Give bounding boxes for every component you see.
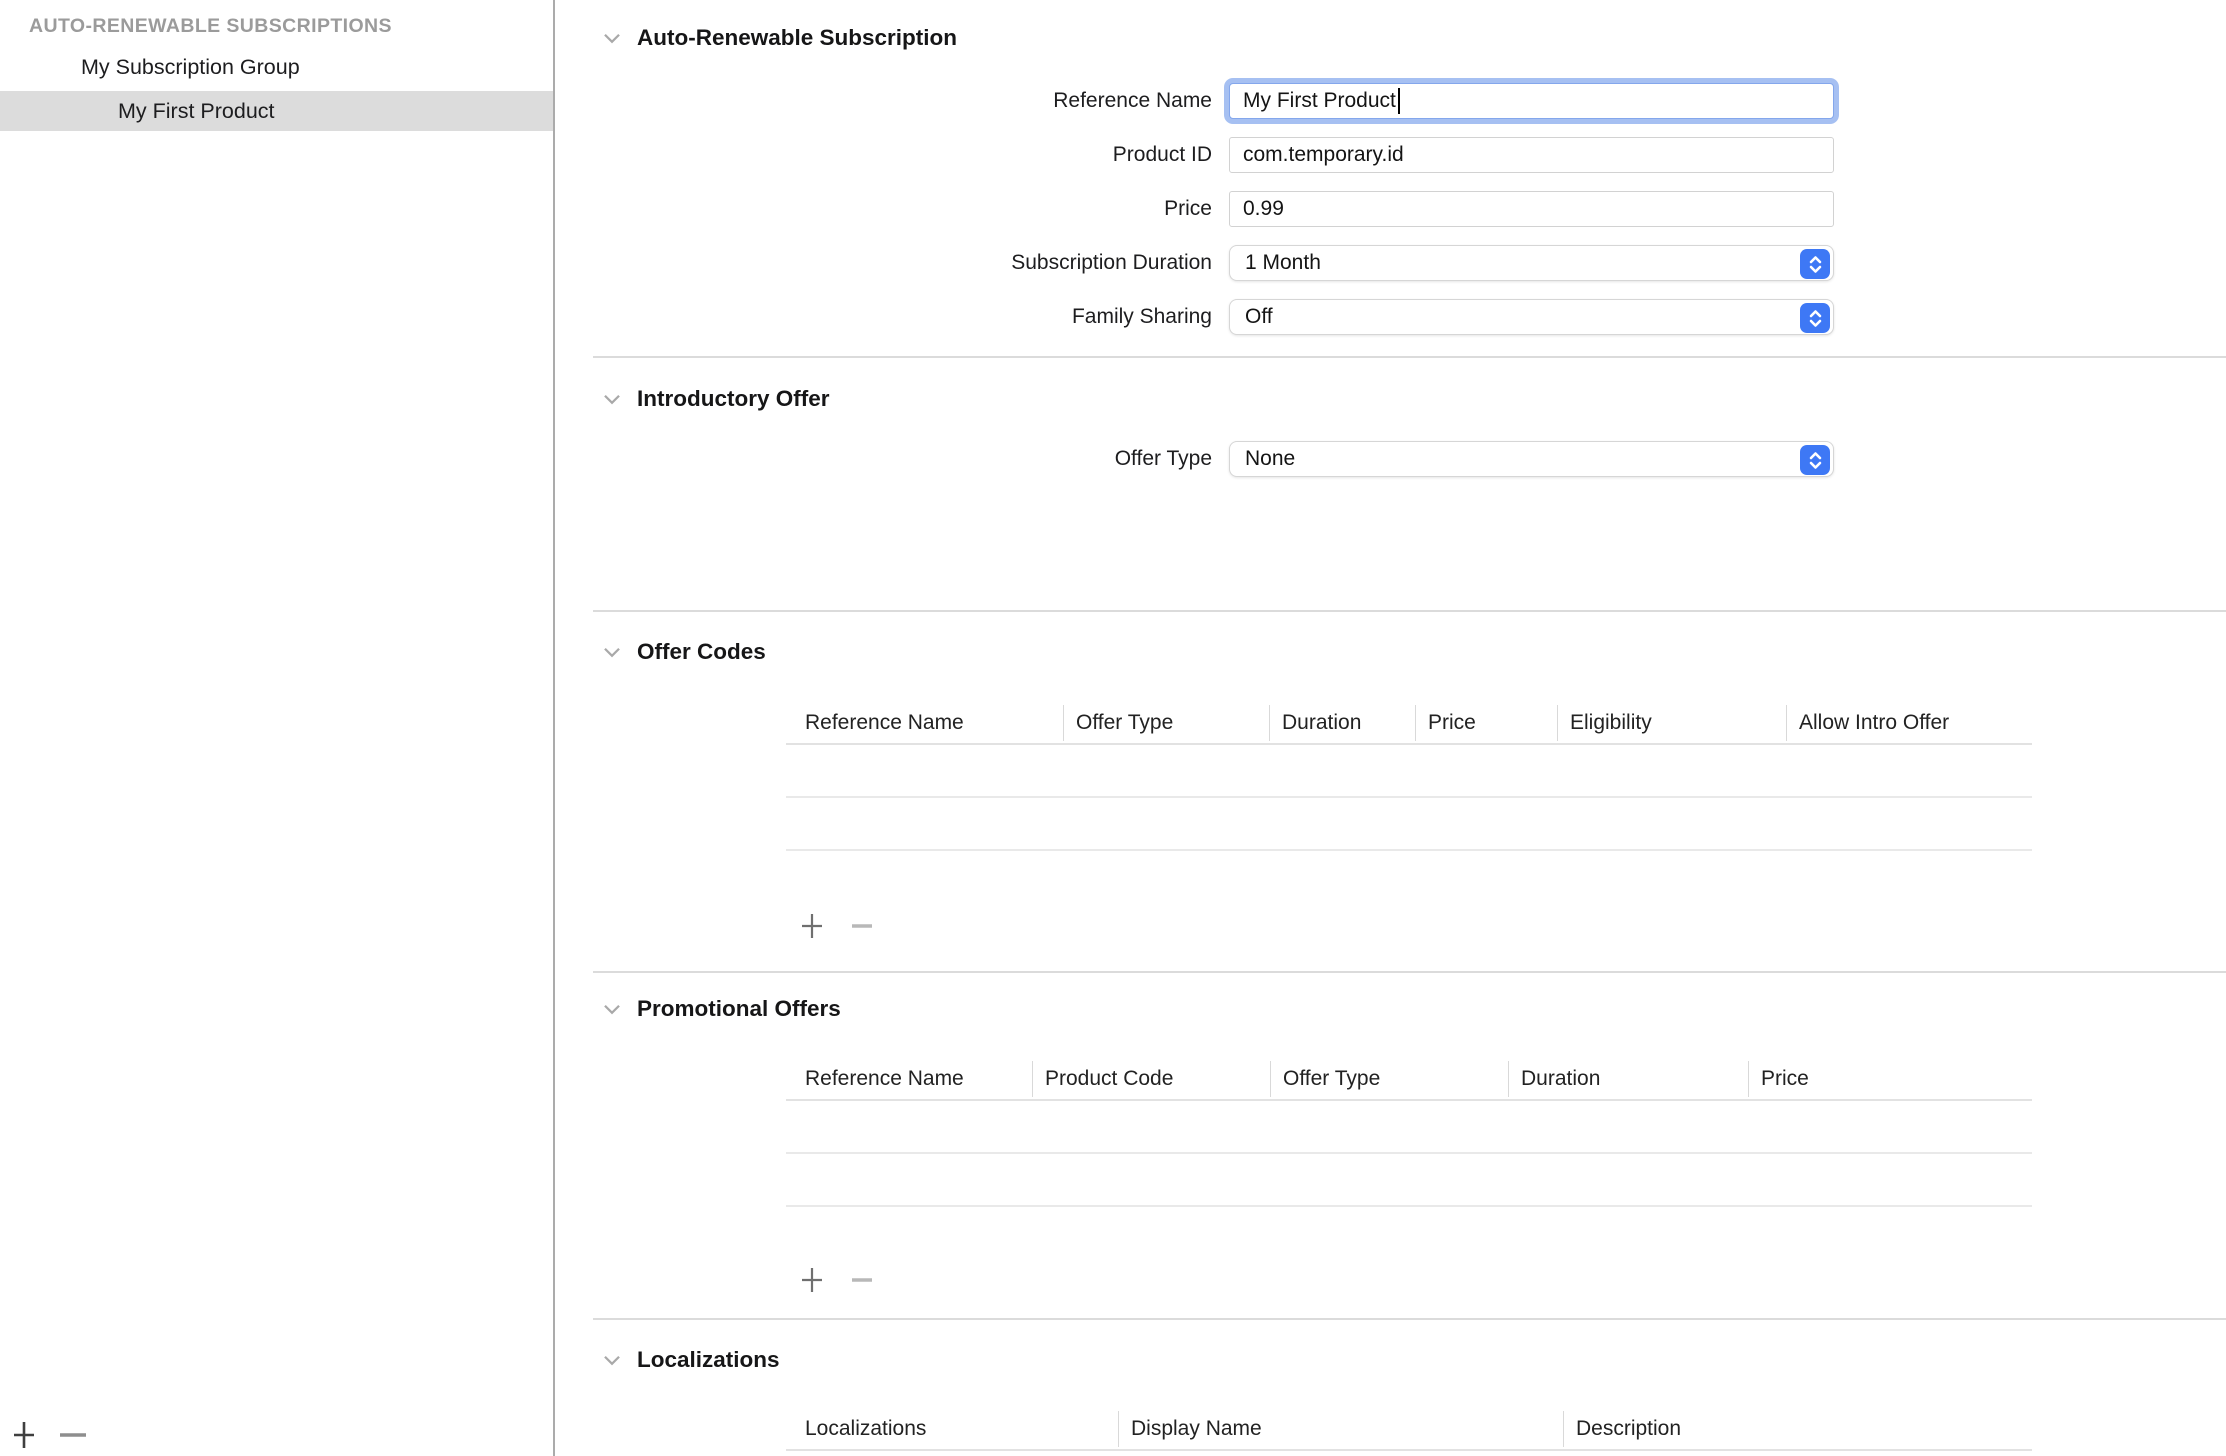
column-header: Localizations bbox=[786, 1411, 1118, 1447]
family-sharing-wrap: Off bbox=[1229, 299, 1834, 335]
column-header: Eligibility bbox=[1557, 705, 1786, 741]
sidebar-item-my-first-product[interactable]: My First Product bbox=[0, 91, 553, 131]
column-header: Display Name bbox=[1118, 1411, 1563, 1447]
column-header: Reference Name bbox=[786, 1061, 1032, 1097]
offer-codes-controls bbox=[798, 913, 876, 943]
table-row bbox=[786, 1101, 2032, 1154]
reference-name-label: Reference Name bbox=[555, 83, 1212, 119]
minus-icon bbox=[851, 1266, 873, 1299]
up-down-chevrons-icon bbox=[1800, 249, 1830, 279]
family-sharing-popup[interactable]: Off bbox=[1229, 299, 1834, 335]
column-header: Reference Name bbox=[786, 705, 1063, 741]
column-header: Product Code bbox=[1032, 1061, 1270, 1097]
column-header: Price bbox=[1748, 1061, 2032, 1097]
sidebar-item-label: My Subscription Group bbox=[81, 55, 300, 80]
offer-type-wrap: None bbox=[1229, 441, 1834, 477]
table-row bbox=[786, 1154, 2032, 1207]
product-id-label: Product ID bbox=[555, 137, 1212, 173]
section-divider bbox=[593, 610, 2226, 612]
offer-type-value: None bbox=[1245, 447, 1295, 471]
promotional-offers-controls bbox=[798, 1267, 876, 1297]
column-header: Description bbox=[1563, 1411, 2032, 1447]
up-down-chevrons-icon bbox=[1800, 445, 1830, 475]
chevron-down-icon[interactable] bbox=[599, 386, 625, 412]
section-divider bbox=[593, 1318, 2226, 1320]
family-sharing-value: Off bbox=[1245, 305, 1273, 329]
product-id-input[interactable]: com.temporary.id bbox=[1229, 137, 1834, 173]
plus-icon bbox=[800, 1266, 824, 1299]
column-header: Offer Type bbox=[1270, 1061, 1508, 1097]
subscription-duration-wrap: 1 Month bbox=[1229, 245, 1834, 281]
section-divider bbox=[593, 356, 2226, 358]
reference-name-value: My First Product bbox=[1243, 89, 1396, 113]
chevron-down-icon[interactable] bbox=[599, 1347, 625, 1373]
price-label: Price bbox=[555, 191, 1212, 227]
add-offer-code-button[interactable] bbox=[798, 913, 826, 943]
up-down-chevrons-icon bbox=[1800, 303, 1830, 333]
localizations-table: Localizations Display Name Description bbox=[786, 1409, 2032, 1451]
offer-type-popup[interactable]: None bbox=[1229, 441, 1834, 477]
reference-name-input[interactable]: My First Product bbox=[1229, 83, 1834, 119]
column-header: Offer Type bbox=[1063, 705, 1269, 741]
promotional-offers-table-header: Reference Name Product Code Offer Type D… bbox=[786, 1059, 2032, 1101]
offer-codes-table-header: Reference Name Offer Type Duration Price… bbox=[786, 703, 2032, 745]
chevron-down-icon[interactable] bbox=[599, 25, 625, 51]
product-id-field-wrap: com.temporary.id bbox=[1229, 137, 1834, 173]
section-divider bbox=[593, 971, 2226, 973]
remove-product-button[interactable] bbox=[57, 1420, 89, 1454]
product-detail-pane: Auto-Renewable Subscription Reference Na… bbox=[555, 0, 2226, 1456]
product-id-value: com.temporary.id bbox=[1243, 143, 1404, 167]
section-title-promotional-offers: Promotional Offers bbox=[637, 994, 841, 1024]
localizations-table-header: Localizations Display Name Description bbox=[786, 1409, 2032, 1451]
price-value: 0.99 bbox=[1243, 197, 1284, 221]
sidebar-section-header: AUTO-RENEWABLE SUBSCRIPTIONS bbox=[29, 15, 392, 38]
chevron-down-icon[interactable] bbox=[599, 639, 625, 665]
column-header: Price bbox=[1415, 705, 1557, 741]
minus-icon bbox=[58, 1419, 88, 1456]
section-title-introductory-offer: Introductory Offer bbox=[637, 384, 830, 414]
sidebar-controls bbox=[8, 1420, 89, 1454]
subscription-duration-value: 1 Month bbox=[1245, 251, 1321, 275]
text-cursor bbox=[1398, 88, 1401, 114]
column-header: Allow Intro Offer bbox=[1786, 705, 2032, 741]
table-row bbox=[786, 798, 2032, 851]
sidebar: AUTO-RENEWABLE SUBSCRIPTIONS My Subscrip… bbox=[0, 0, 555, 1456]
reference-name-field-wrap: My First Product bbox=[1229, 83, 1834, 119]
section-title-auto-renewable-subscription: Auto-Renewable Subscription bbox=[637, 23, 957, 53]
minus-icon bbox=[851, 912, 873, 945]
chevron-down-icon[interactable] bbox=[599, 996, 625, 1022]
remove-offer-code-button[interactable] bbox=[848, 913, 876, 943]
remove-promotional-offer-button[interactable] bbox=[848, 1267, 876, 1297]
add-product-button[interactable] bbox=[8, 1420, 40, 1454]
offer-type-label: Offer Type bbox=[555, 441, 1212, 477]
sidebar-item-my-subscription-group[interactable]: My Subscription Group bbox=[0, 47, 553, 87]
plus-icon bbox=[800, 912, 824, 945]
section-title-localizations: Localizations bbox=[637, 1345, 780, 1375]
column-header: Duration bbox=[1508, 1061, 1748, 1097]
sidebar-item-label: My First Product bbox=[118, 99, 275, 124]
plus-icon bbox=[11, 1419, 37, 1456]
table-row bbox=[786, 745, 2032, 798]
subscription-duration-label: Subscription Duration bbox=[555, 245, 1212, 281]
subscription-duration-popup[interactable]: 1 Month bbox=[1229, 245, 1834, 281]
price-field-wrap: 0.99 bbox=[1229, 191, 1834, 227]
section-title-offer-codes: Offer Codes bbox=[637, 637, 766, 667]
promotional-offers-table: Reference Name Product Code Offer Type D… bbox=[786, 1059, 2032, 1207]
add-promotional-offer-button[interactable] bbox=[798, 1267, 826, 1297]
price-input[interactable]: 0.99 bbox=[1229, 191, 1834, 227]
offer-codes-table: Reference Name Offer Type Duration Price… bbox=[786, 703, 2032, 851]
column-header: Duration bbox=[1269, 705, 1415, 741]
family-sharing-label: Family Sharing bbox=[555, 299, 1212, 335]
